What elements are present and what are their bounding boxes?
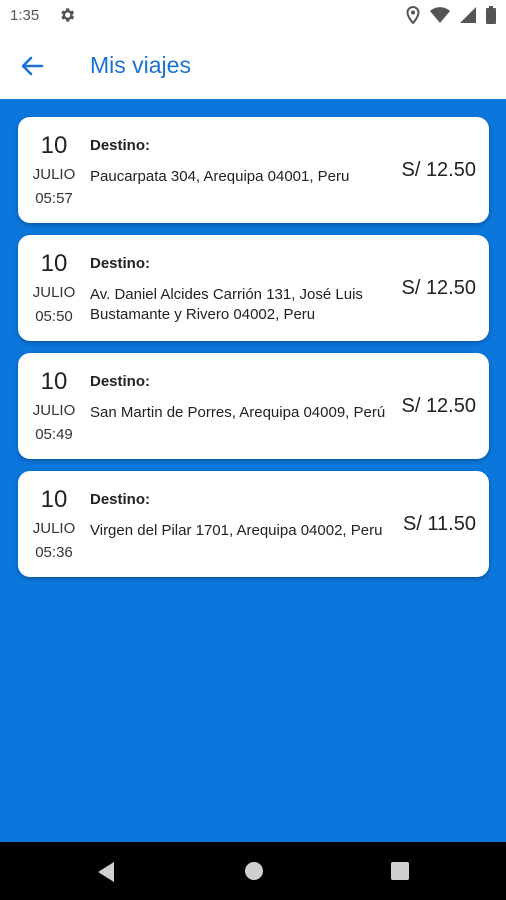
trip-card[interactable]: 10 JULIO 05:50 Destino: Av. Daniel Alcid… bbox=[18, 235, 489, 341]
destination-address: San Martin de Porres, Arequipa 04009, Pe… bbox=[90, 404, 386, 421]
status-icons bbox=[406, 6, 496, 24]
status-bar: 1:35 bbox=[0, 0, 506, 32]
app-bar: Mis viajes bbox=[0, 32, 506, 99]
trip-card[interactable]: 10 JULIO 05:57 Destino: Paucarpata 304, … bbox=[18, 117, 489, 223]
trips-list: 10 JULIO 05:57 Destino: Paucarpata 304, … bbox=[0, 99, 506, 842]
gear-icon bbox=[61, 8, 75, 22]
trip-price: S/ 12.50 bbox=[401, 395, 476, 417]
nav-back-icon[interactable] bbox=[96, 861, 116, 883]
battery-icon bbox=[486, 6, 496, 24]
nav-home-icon[interactable] bbox=[244, 861, 264, 881]
wifi-icon bbox=[430, 7, 450, 23]
trip-month: JULIO bbox=[32, 284, 76, 301]
trip-day: 10 bbox=[40, 132, 68, 159]
trip-month: JULIO bbox=[32, 402, 76, 419]
trip-card[interactable]: 10 JULIO 05:49 Destino: San Martin de Po… bbox=[18, 353, 489, 459]
trip-time: 05:50 bbox=[35, 308, 73, 325]
trip-price: S/ 12.50 bbox=[401, 159, 476, 181]
trip-price: S/ 12.50 bbox=[401, 277, 476, 299]
trip-price: S/ 11.50 bbox=[402, 513, 476, 535]
destination-label: Destino: bbox=[90, 137, 150, 154]
trip-time: 05:36 bbox=[35, 544, 73, 561]
arrow-left-icon[interactable] bbox=[16, 50, 48, 82]
nav-recents-icon[interactable] bbox=[390, 861, 410, 881]
destination-address: Virgen del Pilar 1701, Arequipa 04002, P… bbox=[90, 522, 383, 539]
destination-label: Destino: bbox=[90, 491, 150, 508]
system-nav-bar bbox=[0, 842, 506, 900]
trip-time: 05:49 bbox=[35, 426, 73, 443]
destination-label: Destino: bbox=[90, 373, 150, 390]
destination-address: Av. Daniel Alcides Carrión 131, José Lui… bbox=[90, 286, 363, 323]
trip-month: JULIO bbox=[32, 166, 76, 183]
location-icon bbox=[406, 6, 420, 24]
destination-address: Paucarpata 304, Arequipa 04001, Peru bbox=[90, 168, 350, 185]
trip-day: 10 bbox=[40, 486, 68, 513]
signal-icon bbox=[460, 7, 476, 23]
status-time: 1:35 bbox=[10, 7, 40, 24]
destination-label: Destino: bbox=[90, 255, 150, 272]
trip-time: 05:57 bbox=[35, 190, 73, 207]
trip-month: JULIO bbox=[32, 520, 76, 537]
page-title: Mis viajes bbox=[90, 52, 191, 78]
trip-card[interactable]: 10 JULIO 05:36 Destino: Virgen del Pilar… bbox=[18, 471, 489, 577]
trip-day: 10 bbox=[40, 368, 68, 395]
trip-day: 10 bbox=[40, 250, 68, 277]
